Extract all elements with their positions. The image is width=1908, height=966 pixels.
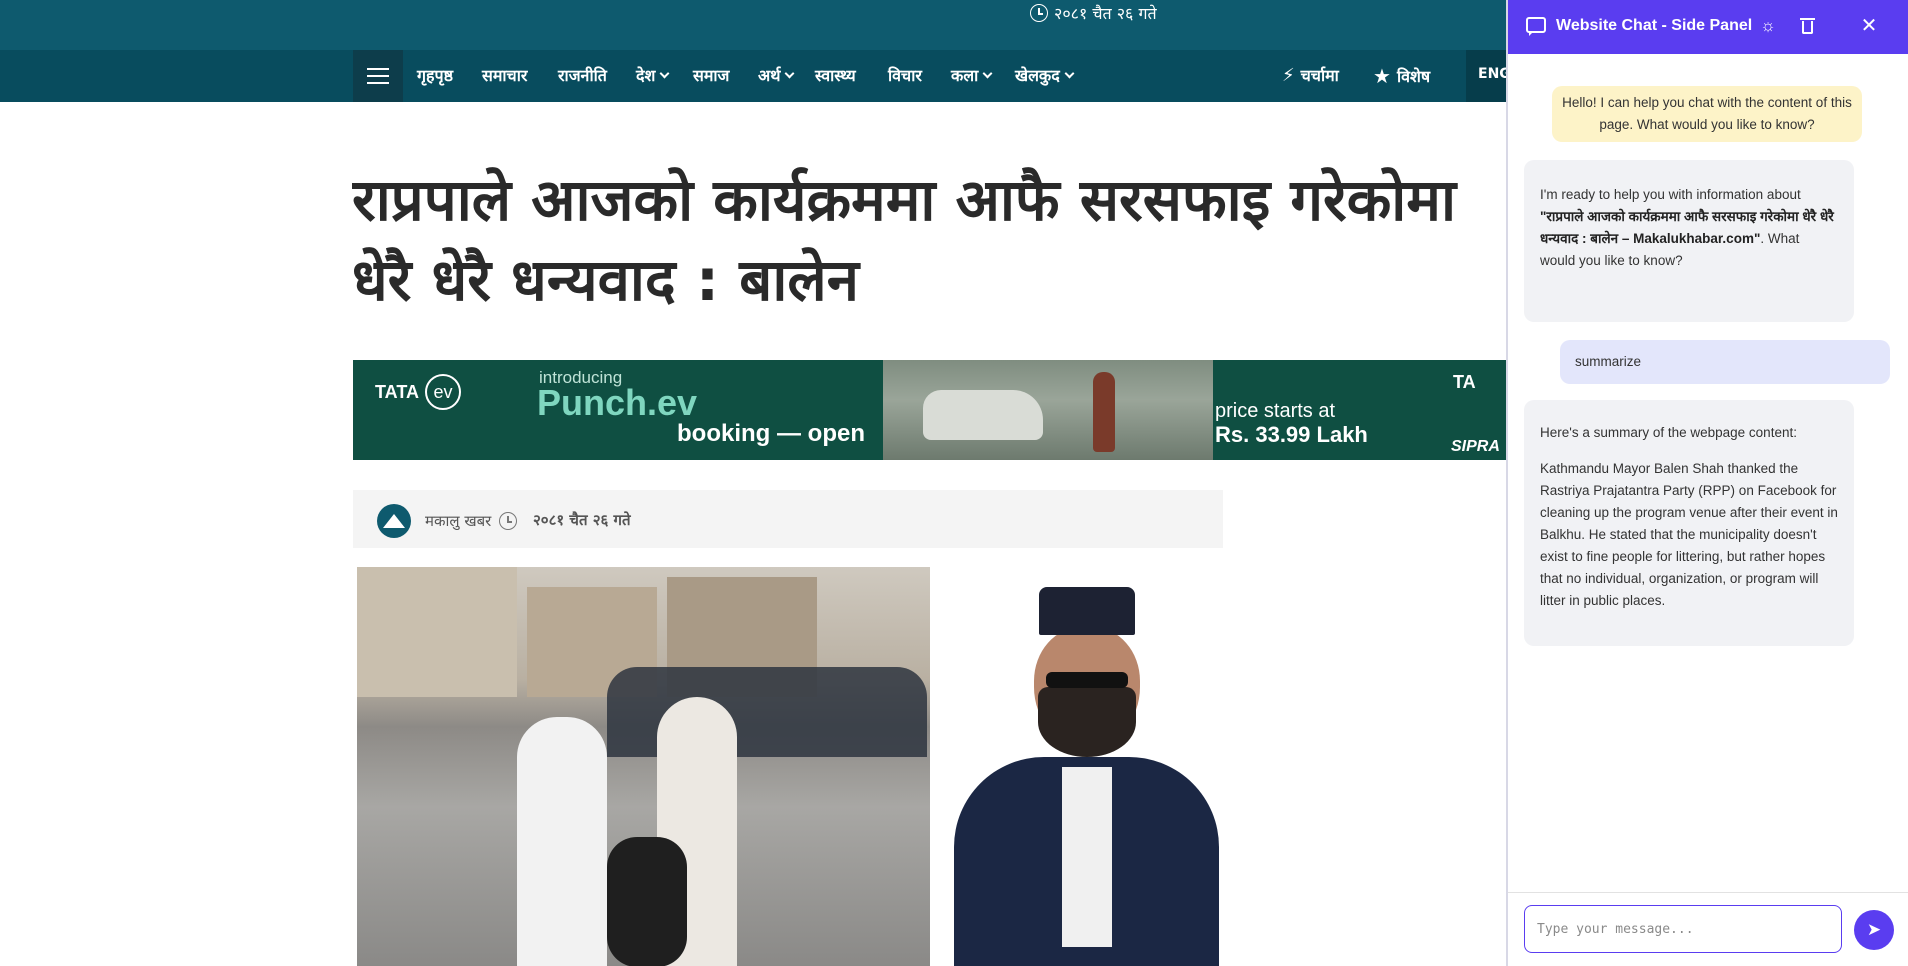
top-date: २०८१ चैत २६ गते — [1030, 2, 1157, 24]
nav-item-special[interactable]: ★ विशेष — [1373, 64, 1430, 88]
nav-item-trending[interactable]: ⚡ चर्चामा — [1282, 64, 1339, 86]
nav-item-health[interactable]: स्वास्थ्य — [815, 64, 856, 86]
send-icon: ➤ — [1866, 920, 1882, 939]
assistant-message-ready: I'm ready to help you with information a… — [1524, 160, 1854, 322]
nav-item-home[interactable]: गृहपृष्ठ — [417, 64, 453, 86]
menu-icon[interactable] — [353, 50, 403, 102]
ad-product: Punch.ev — [537, 382, 698, 423]
chat-panel-title: Website Chat - Side Panel — [1556, 17, 1753, 34]
ad-price-value: Rs. 33.99 Lakh — [1215, 422, 1368, 447]
main-nav: गृहपृष्ठ समाचार राजनीति देश समाज अर्थ स्… — [0, 50, 1511, 102]
article-photo-cleanup — [357, 567, 930, 966]
headline-line-2: धेरै धेरै धन्यवाद : बालेन — [352, 246, 859, 314]
close-icon[interactable]: ✕ — [1857, 14, 1881, 38]
top-date-bar: २०८१ चैत २६ गते — [0, 0, 1506, 50]
clock-icon — [1030, 4, 1048, 22]
ad-car-image — [883, 360, 1213, 460]
publish-date: २०८१ चैत २६ गते — [533, 511, 631, 529]
chevron-down-icon — [1064, 68, 1075, 78]
article-headline: राप्रपाले आजको कार्यक्रममा आफै सरसफाइ गर… — [352, 160, 1502, 320]
author-avatar[interactable] — [377, 504, 411, 538]
screen: २०८१ चैत २६ गते गृहपृष्ठ समाचार राजनीति … — [0, 0, 1908, 966]
chat-input-bar: ➤ — [1508, 892, 1908, 966]
trash-icon[interactable] — [1795, 14, 1819, 38]
chevron-down-icon — [982, 68, 993, 78]
nav-item-politics[interactable]: राजनीति — [558, 64, 607, 86]
language-toggle[interactable]: ENG — [1466, 50, 1511, 102]
send-button[interactable]: ➤ — [1854, 910, 1894, 950]
author-name[interactable]: मकालु खबर — [425, 511, 491, 531]
message-input[interactable] — [1524, 905, 1842, 953]
summary-intro: Here's a summary of the webpage content: — [1540, 425, 1797, 440]
bolt-icon: ⚡ — [1282, 64, 1295, 86]
nav-item-news[interactable]: समाचार — [482, 64, 527, 86]
nav-item-sports[interactable]: खेलकुद — [1015, 64, 1075, 86]
chat-icon — [1526, 17, 1546, 36]
star-icon: ★ — [1373, 64, 1391, 88]
ad-banner[interactable]: TATA ev introducing Punch.ev booking — o… — [353, 360, 1506, 460]
greeting-message: Hello! I can help you chat with the cont… — [1552, 86, 1862, 142]
ad-booking: booking — open — [677, 420, 865, 447]
summary-body: Kathmandu Mayor Balen Shah thanked the R… — [1540, 461, 1838, 608]
nav-item-art[interactable]: कला — [951, 64, 993, 86]
article-byline: मकालु खबर २०८१ चैत २६ गते — [353, 490, 1223, 548]
headline-line-1: राप्रपाले आजको कार्यक्रममा आफै सरसफाइ गर… — [352, 166, 1457, 234]
chat-panel-header: Website Chat - Side Panel ☼ ✕ — [1508, 0, 1908, 54]
assistant-message-summary: Here's a summary of the webpage content:… — [1524, 400, 1854, 646]
top-date-text: २०८१ चैत २६ गते — [1054, 4, 1157, 23]
nav-item-society[interactable]: समाज — [693, 64, 729, 86]
nav-item-opinion[interactable]: विचार — [888, 64, 922, 86]
ad-right-tag: SIPRA — [1451, 438, 1500, 455]
ad-price-label: price starts at — [1215, 400, 1336, 422]
sun-icon[interactable]: ☼ — [1756, 14, 1780, 38]
ad-brand-logo: TATA ev — [375, 374, 461, 410]
nav-item-economy[interactable]: अर्थ — [758, 64, 795, 86]
chevron-down-icon — [785, 68, 795, 78]
clock-icon — [499, 512, 517, 530]
user-message: summarize — [1560, 340, 1890, 384]
chevron-down-icon — [659, 68, 670, 78]
article-photo-mayor — [934, 567, 1219, 966]
nav-item-country[interactable]: देश — [636, 64, 670, 86]
chat-side-panel: Website Chat - Side Panel ☼ ✕ Hello! I c… — [1506, 0, 1908, 966]
ad-right-brand: TA — [1453, 372, 1476, 392]
